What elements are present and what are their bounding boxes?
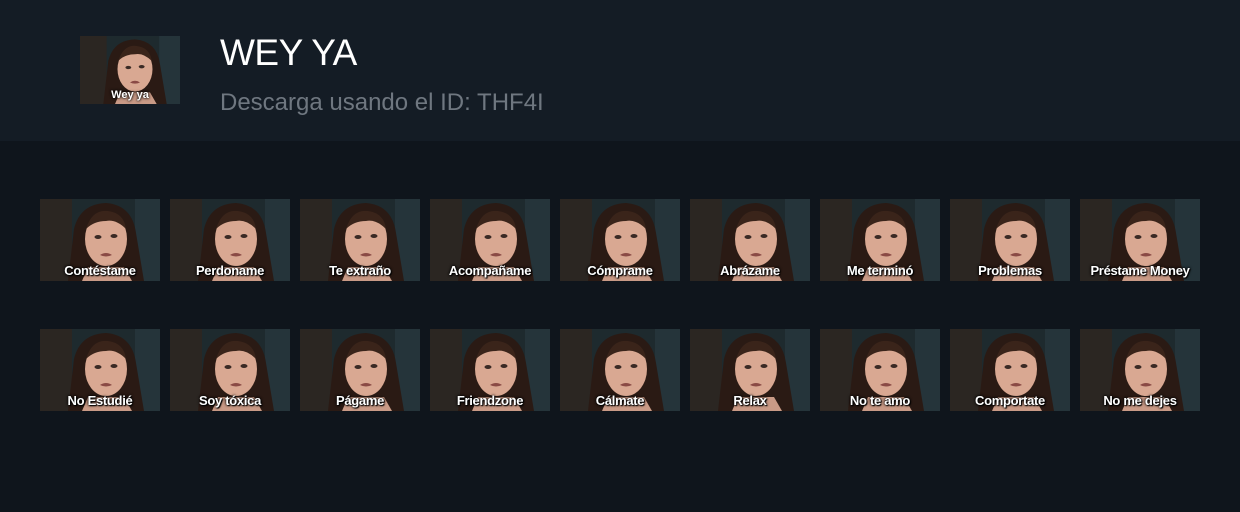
sticker-label: Relax bbox=[733, 393, 767, 408]
sticker-label: Te extraño bbox=[329, 263, 391, 278]
sticker-label: No Estudié bbox=[67, 393, 133, 408]
header: Wey ya WEY YA Descarga usando el ID: THF… bbox=[0, 0, 1240, 141]
sticker-tile[interactable]: No me dejes bbox=[1080, 329, 1200, 411]
sticker-tile[interactable]: Perdoname bbox=[170, 199, 290, 281]
sticker-tile[interactable]: Friendzone bbox=[430, 329, 550, 411]
sticker-label: Cálmate bbox=[595, 393, 645, 408]
sticker-tile[interactable]: No te amo bbox=[820, 329, 940, 411]
sticker-label: Abrázame bbox=[720, 263, 780, 278]
sticker-tile[interactable]: Cómprame bbox=[560, 199, 680, 281]
sticker-label: Perdoname bbox=[195, 263, 265, 278]
sticker-tile[interactable]: Comportate bbox=[950, 329, 1070, 411]
sticker-tile[interactable]: Me terminó bbox=[820, 199, 940, 281]
sticker-tile[interactable]: Págame bbox=[300, 329, 420, 411]
sticker-grid: Contéstame Perdoname Te extraño Acompaña… bbox=[40, 199, 1200, 411]
sticker-label: Problemas bbox=[978, 263, 1042, 278]
sticker-tile[interactable]: Préstame Money bbox=[1080, 199, 1200, 281]
sticker-label: Comportate bbox=[975, 393, 1045, 408]
sticker-tile[interactable]: Acompañame bbox=[430, 199, 550, 281]
sticker-label: No te amo bbox=[849, 393, 911, 408]
sticker-label: No me dejes bbox=[1103, 393, 1177, 408]
sticker-label: Préstame Money bbox=[1090, 263, 1190, 278]
sticker-tile[interactable]: Relax bbox=[690, 329, 810, 411]
sticker-label: Contéstame bbox=[64, 263, 136, 278]
page-title: WEY YA bbox=[220, 32, 357, 73]
sticker-label: Págame bbox=[335, 393, 385, 408]
download-id-text: Descarga usando el ID: THF4I bbox=[220, 89, 544, 116]
sticker-label: Acompañame bbox=[448, 263, 532, 278]
sticker-label: Cómprame bbox=[587, 263, 653, 278]
sticker-tile[interactable]: Contéstame bbox=[40, 199, 160, 281]
sticker-label: Soy tóxica bbox=[198, 393, 262, 408]
sticker-preview-caption: Wey ya bbox=[111, 89, 149, 101]
sticker-label: Me terminó bbox=[846, 263, 914, 278]
sticker-label: Friendzone bbox=[456, 393, 524, 408]
sticker-tile[interactable]: Problemas bbox=[950, 199, 1070, 281]
sticker-tile[interactable]: Soy tóxica bbox=[170, 329, 290, 411]
sticker-tile[interactable]: No Estudié bbox=[40, 329, 160, 411]
sticker-tile[interactable]: Cálmate bbox=[560, 329, 680, 411]
sticker-preview-image: Wey ya bbox=[80, 36, 180, 104]
sticker-tile[interactable]: Te extraño bbox=[300, 199, 420, 281]
sticker-tile[interactable]: Abrázame bbox=[690, 199, 810, 281]
